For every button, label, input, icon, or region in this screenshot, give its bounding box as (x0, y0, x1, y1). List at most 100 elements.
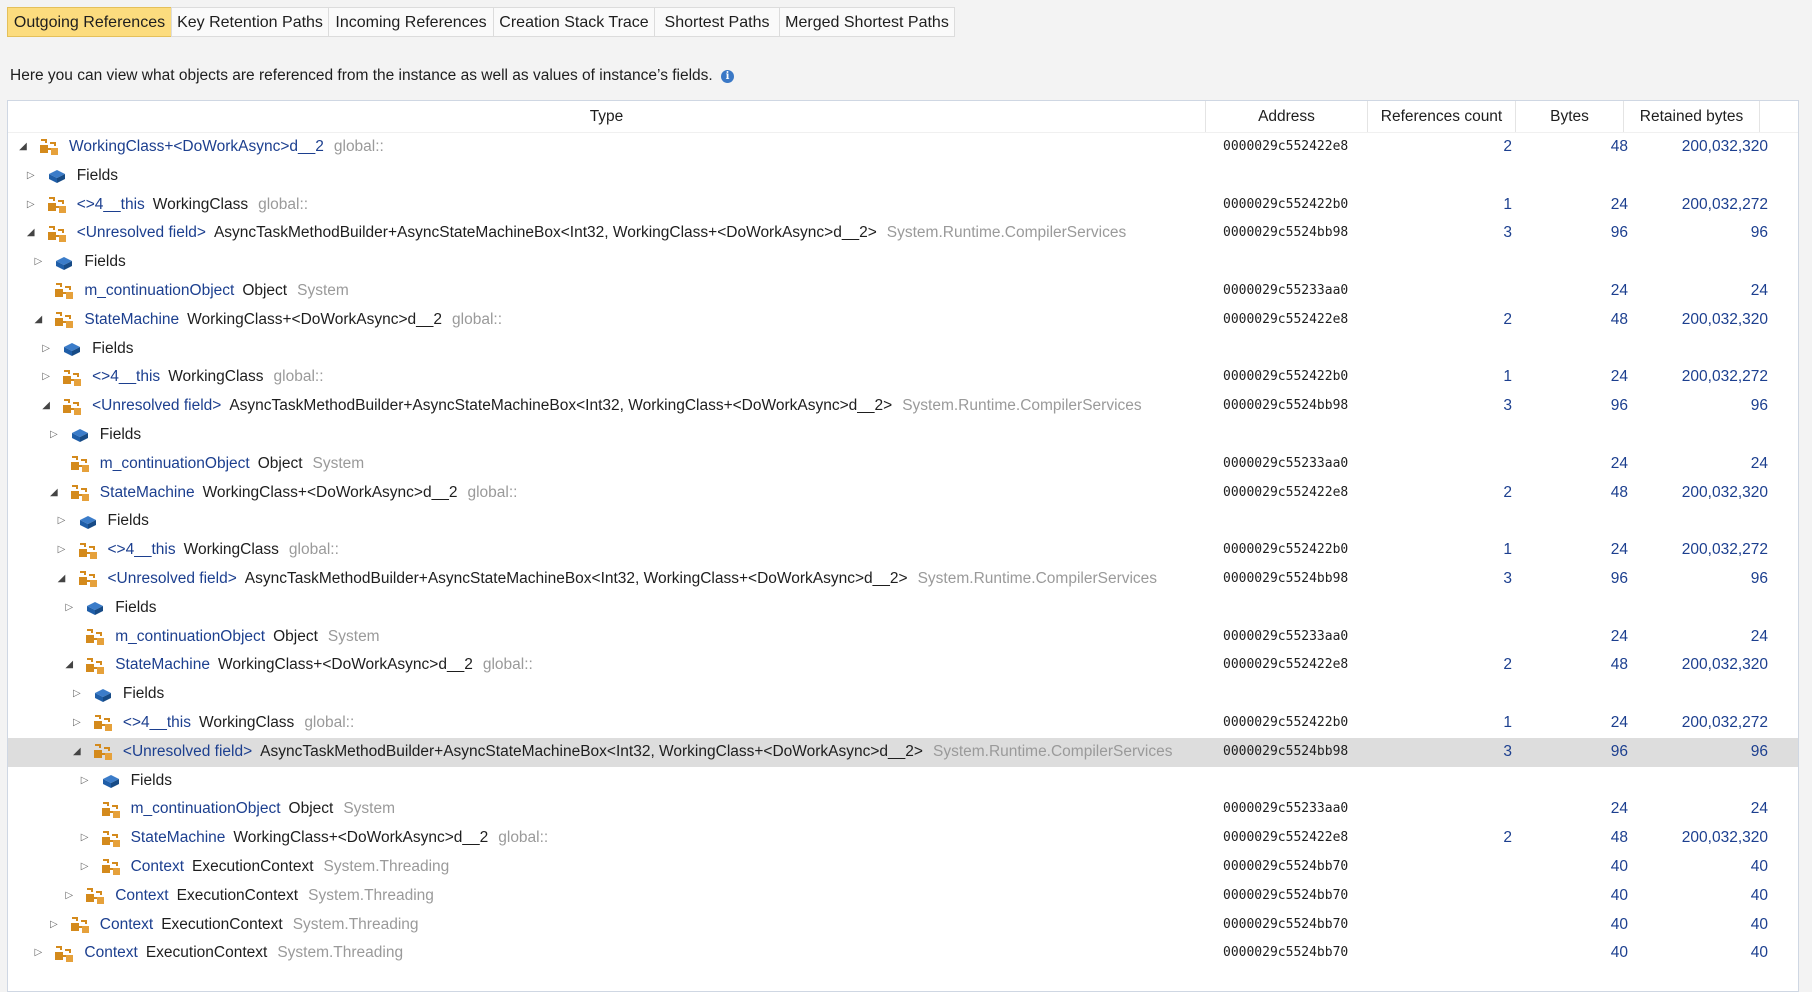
type-name[interactable]: ExecutionContext (161, 911, 283, 940)
field-name[interactable]: Context (100, 911, 153, 940)
collapse-arrow-icon[interactable]: ◢ (16, 133, 30, 162)
info-icon[interactable]: i (721, 70, 735, 83)
type-name[interactable]: WorkingClass (199, 709, 294, 738)
tree-row[interactable]: ◢ <Unresolved field> AsyncTaskMethodBuilde… (8, 219, 1798, 248)
collapse-arrow-icon[interactable]: ◢ (70, 738, 84, 767)
tab-shortest-paths[interactable]: Shortest Paths (654, 7, 780, 37)
tree-row[interactable]: ▷ Fields (8, 421, 1798, 450)
type-name[interactable]: WorkingClass+<DoWorkAsync>d__2 (203, 479, 458, 508)
column-header-address[interactable]: Address (1206, 101, 1368, 132)
type-name[interactable]: AsyncTaskMethodBuilder+AsyncStateMachine… (260, 738, 923, 767)
collapse-arrow-icon[interactable]: ◢ (31, 306, 45, 335)
type-name[interactable]: ExecutionContext (192, 853, 314, 882)
tree-row[interactable]: ▷ <>4__this WorkingClass global:: 0000029c55… (8, 363, 1798, 392)
field-name[interactable]: <Unresolved field> (108, 565, 237, 594)
field-name[interactable]: StateMachine (84, 306, 179, 335)
expand-arrow-icon[interactable]: ▷ (55, 507, 69, 536)
tree-row[interactable]: ▷ Context ExecutionContext System.Threading… (8, 853, 1798, 882)
expand-arrow-icon[interactable]: ▷ (24, 162, 38, 191)
tree-row[interactable]: ▷ Fields (8, 248, 1798, 277)
tree-row[interactable]: ◢ StateMachine WorkingClass+<DoWorkAsync>d… (8, 651, 1798, 680)
tab-incoming-references[interactable]: Incoming References (328, 7, 494, 37)
type-name[interactable]: ExecutionContext (177, 882, 299, 911)
tab-key-retention-paths[interactable]: Key Retention Paths (171, 7, 329, 37)
tree-row[interactable]: ▷ <>4__this WorkingClass global:: 0000029c55… (8, 536, 1798, 565)
tree-row[interactable]: ◢ <Unresolved field> AsyncTaskMethodBuilde… (8, 392, 1798, 421)
tree-row[interactable]: m_continuationObject Object System 0000029c… (8, 450, 1798, 479)
type-name[interactable]: WorkingClass (184, 536, 279, 565)
type-name[interactable]: Object (258, 450, 303, 479)
collapse-arrow-icon[interactable]: ◢ (39, 392, 53, 421)
field-name[interactable]: m_continuationObject (131, 795, 281, 824)
type-name[interactable]: WorkingClass+<DoWorkAsync>d__2 (233, 824, 488, 853)
column-header-type[interactable]: Type (8, 101, 1206, 132)
tree-row[interactable]: ▷ Fields (8, 507, 1798, 536)
tab-creation-stack-trace[interactable]: Creation Stack Trace (493, 7, 655, 37)
tree-row[interactable]: ◢ StateMachine WorkingClass+<DoWorkAsync>d… (8, 306, 1798, 335)
tree-row[interactable]: m_continuationObject Object System 0000029c… (8, 623, 1798, 652)
type-name[interactable]: WorkingClass+<DoWorkAsync>d__2 (218, 651, 473, 680)
tree-row[interactable]: ▷ <>4__this WorkingClass global:: 0000029c55… (8, 709, 1798, 738)
tree-row[interactable]: ▷ Fields (8, 680, 1798, 709)
collapse-arrow-icon[interactable]: ◢ (24, 219, 38, 248)
collapse-arrow-icon[interactable]: ◢ (62, 651, 76, 680)
type-name[interactable]: Object (273, 623, 318, 652)
tree-row[interactable]: m_continuationObject Object System 0000029c… (8, 277, 1798, 306)
field-name[interactable]: <Unresolved field> (123, 738, 252, 767)
expand-arrow-icon[interactable]: ▷ (62, 882, 76, 911)
field-name[interactable]: StateMachine (115, 651, 210, 680)
tree-row[interactable]: ◢ StateMachine WorkingClass+<DoWorkAsync>d… (8, 479, 1798, 508)
type-name[interactable]: WorkingClass (153, 191, 248, 220)
expand-arrow-icon[interactable]: ▷ (24, 191, 38, 220)
tree-row[interactable]: ▷ Fields (8, 162, 1798, 191)
expand-arrow-icon[interactable]: ▷ (47, 421, 61, 450)
type-name[interactable]: WorkingClass (168, 363, 263, 392)
tree-row[interactable]: m_continuationObject Object System 0000029c… (8, 795, 1798, 824)
tree-row[interactable]: ▷ Fields (8, 335, 1798, 364)
tree-row[interactable]: ▷ Context ExecutionContext System.Threading… (8, 939, 1798, 968)
field-name[interactable]: <Unresolved field> (92, 392, 221, 421)
field-name[interactable]: <>4__this (123, 709, 191, 738)
collapse-arrow-icon[interactable]: ◢ (47, 479, 61, 508)
tab-outgoing-references[interactable]: Outgoing References (7, 7, 172, 37)
column-header-references-count[interactable]: References count (1368, 101, 1516, 132)
tab-merged-shortest-paths[interactable]: Merged Shortest Paths (779, 7, 955, 37)
field-name[interactable]: m_continuationObject (84, 277, 234, 306)
type-name[interactable]: WorkingClass+<DoWorkAsync>d__2 (69, 133, 324, 162)
expand-arrow-icon[interactable]: ▷ (47, 911, 61, 940)
type-name[interactable]: ExecutionContext (146, 939, 268, 968)
expand-arrow-icon[interactable]: ▷ (31, 939, 45, 968)
expand-arrow-icon[interactable]: ▷ (55, 536, 69, 565)
tree-row[interactable]: ◢ <Unresolved field> AsyncTaskMethodBuilde… (8, 737, 1798, 767)
field-name[interactable]: StateMachine (100, 479, 195, 508)
field-name[interactable]: <Unresolved field> (77, 219, 206, 248)
tree-row[interactable]: ▷ Context ExecutionContext System.Threading… (8, 882, 1798, 911)
field-name[interactable]: <>4__this (92, 363, 160, 392)
expand-arrow-icon[interactable]: ▷ (70, 680, 84, 709)
expand-arrow-icon[interactable]: ▷ (39, 363, 53, 392)
field-name[interactable]: <>4__this (77, 191, 145, 220)
field-name[interactable]: m_continuationObject (115, 623, 265, 652)
tree-row[interactable]: ▷ Context ExecutionContext System.Threading… (8, 911, 1798, 940)
field-name[interactable]: Context (115, 882, 168, 911)
type-name[interactable]: Object (289, 795, 334, 824)
field-name[interactable]: Context (84, 939, 137, 968)
type-name[interactable]: WorkingClass+<DoWorkAsync>d__2 (187, 306, 442, 335)
tree-row[interactable]: ▷ Fields (8, 594, 1798, 623)
field-name[interactable]: StateMachine (131, 824, 226, 853)
tree-row[interactable]: ▷ StateMachine WorkingClass+<DoWorkAsync>d… (8, 824, 1798, 853)
column-header-retained-bytes[interactable]: Retained bytes (1624, 101, 1760, 132)
field-name[interactable]: Context (131, 853, 184, 882)
tree-row[interactable]: ▷ Fields (8, 767, 1798, 796)
tree-row[interactable]: ◢ WorkingClass+<DoWorkAsync>d__2 global:: 0… (8, 133, 1798, 162)
column-header-bytes[interactable]: Bytes (1516, 101, 1624, 132)
tree-row[interactable]: ▷ <>4__this WorkingClass global:: 0000029c55… (8, 191, 1798, 220)
expand-arrow-icon[interactable]: ▷ (78, 824, 92, 853)
type-name[interactable]: AsyncTaskMethodBuilder+AsyncStateMachine… (214, 219, 877, 248)
expand-arrow-icon[interactable]: ▷ (62, 594, 76, 623)
tree-row[interactable]: ◢ <Unresolved field> AsyncTaskMethodBuilde… (8, 565, 1798, 594)
field-name[interactable]: m_continuationObject (100, 450, 250, 479)
field-name[interactable]: <>4__this (108, 536, 176, 565)
collapse-arrow-icon[interactable]: ◢ (55, 565, 69, 594)
expand-arrow-icon[interactable]: ▷ (39, 335, 53, 364)
